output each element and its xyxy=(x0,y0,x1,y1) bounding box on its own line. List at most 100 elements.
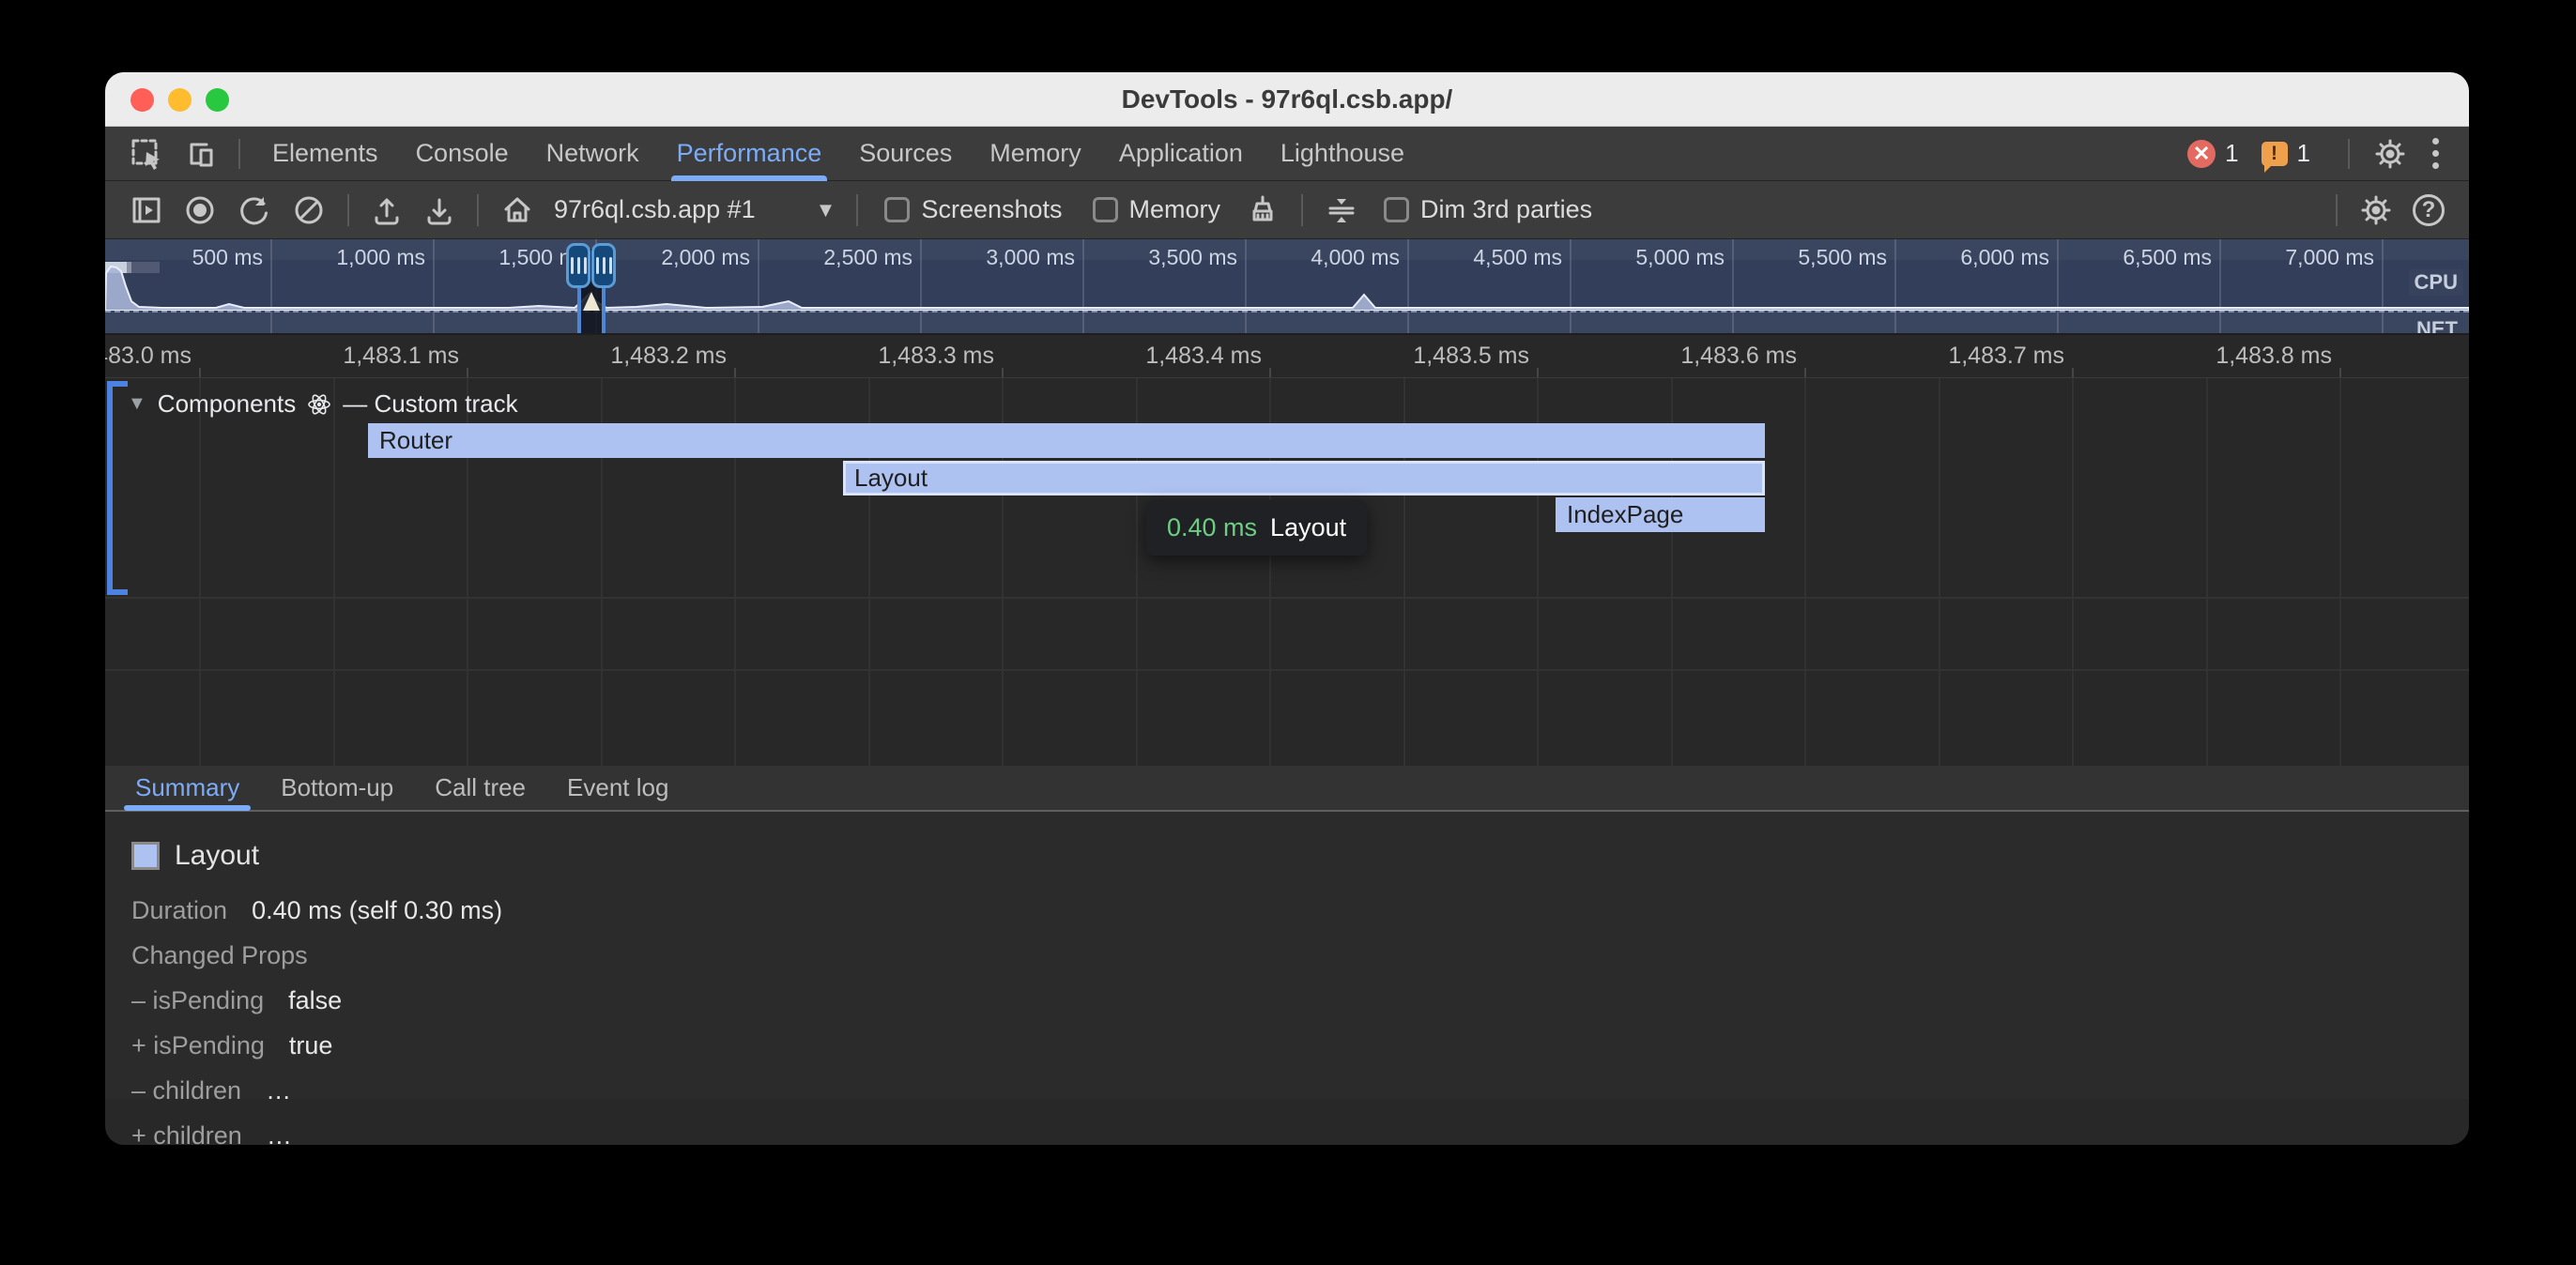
flame-gridline xyxy=(2072,378,2074,766)
flame-bar-indexpage[interactable]: IndexPage xyxy=(1556,497,1765,532)
warning-icon[interactable]: ! xyxy=(2262,142,2288,166)
row-separator xyxy=(105,597,2469,599)
details-tab-summary[interactable]: Summary xyxy=(115,765,260,811)
page-selector-value: 97r6ql.csb.app #1 xyxy=(554,195,756,224)
flame-gridline xyxy=(333,378,335,766)
react-atom-icon xyxy=(307,392,331,417)
ruler-tick-label: 1,483.7 ms xyxy=(1948,343,2064,370)
summary-row-label: + children xyxy=(131,1121,242,1145)
tab-sources[interactable]: Sources xyxy=(840,127,971,181)
details-tab-bottom-up[interactable]: Bottom-up xyxy=(260,765,414,811)
summary-row: – isPendingfalse xyxy=(131,986,2469,1015)
panel-toggle-icon[interactable] xyxy=(120,186,173,235)
dim-3rd-parties-label: Dim 3rd parties xyxy=(1420,195,1592,224)
warning-count: 1 xyxy=(2297,139,2310,168)
tab-performance[interactable]: Performance xyxy=(658,127,841,181)
ruler-tick-mark xyxy=(199,368,201,377)
record-icon[interactable] xyxy=(173,186,227,235)
error-count: 1 xyxy=(2225,139,2238,168)
selection-right-handle[interactable] xyxy=(591,243,616,288)
devtools-tabs: ElementsConsoleNetworkPerformanceSources… xyxy=(253,127,1423,181)
summary-row-label: – children xyxy=(131,1076,241,1105)
summary-row-value: 0.40 ms (self 0.30 ms) xyxy=(252,896,502,925)
summary-row: – children … xyxy=(131,1076,2469,1105)
ruler-tick-label: 1,483.4 ms xyxy=(1145,343,1262,370)
ruler-tick-label: 1,483.8 ms xyxy=(2216,343,2332,370)
details-tab-event-log[interactable]: Event log xyxy=(546,765,689,811)
tooltip-label: Layout xyxy=(1270,513,1346,542)
timeline-overview[interactable]: 500 ms1,000 ms1,500 ms2,000 ms2,500 ms3,… xyxy=(105,239,2469,333)
dim-3rd-parties-checkbox[interactable]: Dim 3rd parties xyxy=(1384,195,1592,224)
chevron-down-icon: ▼ xyxy=(816,198,836,222)
network-baseline-dashed xyxy=(105,311,2469,312)
selection-left-handle[interactable] xyxy=(566,243,590,288)
toolbar-divider xyxy=(1301,194,1303,226)
checkbox-box[interactable] xyxy=(884,197,910,222)
download-profile-icon[interactable] xyxy=(413,186,466,235)
summary-title: Layout xyxy=(175,840,259,872)
minimize-window-button[interactable] xyxy=(168,88,192,112)
tab-memory[interactable]: Memory xyxy=(971,127,1100,181)
issue-badges[interactable]: ✕ 1 ! 1 xyxy=(2187,139,2323,168)
memory-checkbox[interactable]: Memory xyxy=(1093,195,1221,224)
ruler-tick-label: 1,483.3 ms xyxy=(878,343,994,370)
help-icon[interactable]: ? xyxy=(2403,186,2454,235)
ruler-tick-label: 1,483.0 ms xyxy=(105,343,192,370)
components-track-header[interactable]: ▼ Components — Custom track xyxy=(128,389,518,419)
collapse-icon[interactable] xyxy=(1314,186,1369,235)
details-tab-call-tree[interactable]: Call tree xyxy=(414,765,546,811)
summary-row-label: Duration xyxy=(131,896,227,925)
net-track-label: NET xyxy=(2411,316,2463,333)
cpu-track-label: CPU xyxy=(2409,269,2463,296)
inspect-icon[interactable] xyxy=(120,130,173,178)
upload-profile-icon[interactable] xyxy=(360,186,413,235)
flame-chart[interactable]: ▼ Components — Custom track RouterLayout… xyxy=(105,377,2469,766)
row-separator xyxy=(105,669,2469,671)
tab-elements[interactable]: Elements xyxy=(253,127,397,181)
screenshots-checkbox[interactable]: Screenshots xyxy=(884,195,1062,224)
error-icon[interactable]: ✕ xyxy=(2187,140,2216,168)
tab-network[interactable]: Network xyxy=(528,127,658,181)
detail-ruler[interactable]: 1,483.0 ms1,483.1 ms1,483.2 ms1,483.3 ms… xyxy=(105,333,2469,377)
ruler-tick-mark xyxy=(1269,368,1271,377)
track-title: Components xyxy=(158,389,296,419)
ruler-tick-mark xyxy=(734,368,736,377)
tabbar-divider xyxy=(238,139,240,169)
tab-console[interactable]: Console xyxy=(397,127,528,181)
flame-gridline xyxy=(2339,378,2341,766)
devtools-tabbar: ElementsConsoleNetworkPerformanceSources… xyxy=(105,127,2469,181)
tab-application[interactable]: Application xyxy=(1100,127,1262,181)
expand-triangle-icon[interactable]: ▼ xyxy=(128,393,146,415)
toolbar-divider xyxy=(2336,194,2338,226)
gear-icon[interactable] xyxy=(2363,130,2417,178)
traffic-lights xyxy=(130,88,229,112)
ruler-tick-label: 1,483.1 ms xyxy=(343,343,459,370)
device-toolbar-icon[interactable] xyxy=(173,130,225,178)
summary-row-value: … xyxy=(266,1076,291,1105)
reload-record-icon[interactable] xyxy=(227,186,282,235)
summary-row-value: true xyxy=(289,1031,333,1060)
collect-garbage-icon[interactable] xyxy=(1235,186,1290,235)
ruler-tick-label: 1,483.5 ms xyxy=(1413,343,1529,370)
summary-row-label: + isPending xyxy=(131,1031,265,1060)
flame-gridline xyxy=(199,378,201,766)
tab-lighthouse[interactable]: Lighthouse xyxy=(1262,127,1423,181)
performance-toolbar: 97r6ql.csb.app #1 ▼ Screenshots Memory xyxy=(105,181,2469,239)
flame-gridline xyxy=(2206,378,2208,766)
flame-tooltip: 0.40 ms Layout xyxy=(1146,500,1367,556)
capture-settings-gear-icon[interactable] xyxy=(2349,186,2403,235)
home-icon[interactable] xyxy=(490,186,544,235)
page-selector-dropdown[interactable]: 97r6ql.csb.app #1 ▼ xyxy=(544,195,845,224)
flame-gridline xyxy=(1939,378,1940,766)
close-window-button[interactable] xyxy=(130,88,154,112)
flame-gridline xyxy=(1804,378,1806,766)
zoom-window-button[interactable] xyxy=(206,88,229,112)
toolbar-divider xyxy=(347,194,349,226)
clear-icon[interactable] xyxy=(282,186,336,235)
kebab-menu-icon[interactable] xyxy=(2417,138,2454,169)
checkbox-box[interactable] xyxy=(1093,197,1118,222)
summary-panel: Layout Duration0.40 ms (self 0.30 ms)Cha… xyxy=(105,812,2469,1099)
checkbox-box[interactable] xyxy=(1384,197,1409,222)
flame-bar-layout[interactable]: Layout xyxy=(843,461,1765,495)
flame-bar-router[interactable]: Router xyxy=(368,423,1765,458)
